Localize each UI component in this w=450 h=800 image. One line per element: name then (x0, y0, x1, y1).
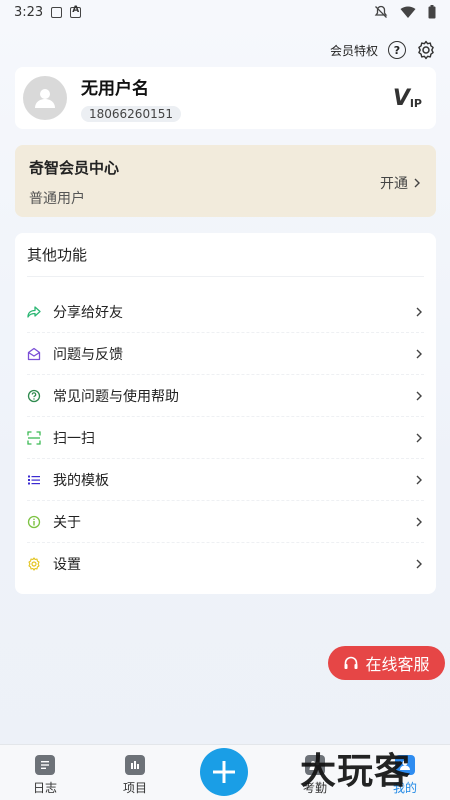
gear-icon (27, 557, 41, 571)
functions-list: 分享给好友 问题与反馈 常见问题与使用帮助 扫一扫 我的模板 关于 设置 (27, 291, 424, 585)
headset-icon (344, 656, 358, 669)
bell-off-icon (374, 5, 388, 18)
vip-privilege-link[interactable]: 会员特权 (330, 42, 378, 59)
wifi-icon (400, 6, 416, 18)
menu-item-label: 设置 (53, 557, 81, 573)
vip-center-card[interactable]: 奇智会员中心 普通用户 开通 (15, 145, 436, 217)
menu-item-label: 分享给好友 (53, 304, 123, 321)
menu-item-share[interactable]: 分享给好友 (27, 291, 424, 333)
nav-label: 日志 (32, 781, 57, 795)
user-card[interactable]: 无用户名 18066260151 VIP (15, 67, 436, 129)
chevron-right-icon (416, 307, 422, 316)
functions-title: 其他功能 (27, 233, 424, 277)
list-icon (27, 473, 41, 487)
battery-icon (428, 5, 436, 19)
menu-item-label: 扫一扫 (53, 430, 95, 447)
menu-item-help[interactable]: 常见问题与使用帮助 (27, 375, 424, 417)
chevron-right-icon (416, 559, 422, 569)
chevron-right-icon (416, 349, 422, 358)
watermark-text: 大玩客 (300, 750, 412, 792)
user-icon (35, 89, 55, 108)
vip-center-title: 奇智会员中心 (29, 159, 120, 177)
nav-label: 项目 (122, 781, 147, 795)
log-icon (35, 755, 55, 775)
status-time: 3:23 (14, 4, 44, 20)
online-service-button[interactable]: 在线客服 (328, 646, 445, 680)
share-icon (27, 305, 41, 319)
chevron-right-icon (414, 178, 420, 188)
online-service-label: 在线客服 (365, 655, 430, 674)
chevron-right-icon (416, 475, 422, 484)
menu-item-about[interactable]: 关于 (27, 501, 424, 543)
chevron-right-icon (416, 433, 422, 442)
menu-item-label: 常见问题与使用帮助 (53, 388, 179, 405)
gear-icon[interactable] (416, 40, 436, 60)
scan-icon (27, 430, 41, 445)
vip-badge-v: V (392, 85, 410, 111)
help-icon (27, 389, 41, 403)
image-notification-icon (51, 6, 63, 18)
info-icon (27, 515, 41, 529)
menu-item-label: 我的模板 (53, 472, 109, 489)
menu-item-scan[interactable]: 扫一扫 (27, 417, 424, 459)
vip-open-label: 开通 (380, 176, 408, 192)
menu-item-settings[interactable]: 设置 (27, 543, 424, 585)
vip-open-button[interactable]: 开通 (380, 173, 422, 193)
vip-center-subtitle: 普通用户 (29, 191, 85, 207)
user-name: 无用户名 (81, 79, 149, 99)
vip-badge-ip: IP (409, 96, 422, 110)
nav-item-log[interactable]: 日志 (15, 755, 75, 796)
avatar[interactable] (23, 76, 67, 120)
menu-item-label: 关于 (53, 514, 81, 531)
status-bar: 3:23 (0, 0, 450, 24)
nav-item-project[interactable]: 项目 (105, 755, 165, 796)
chevron-right-icon (416, 517, 422, 526)
mail-icon (27, 347, 41, 361)
plus-icon (213, 761, 235, 783)
project-icon (125, 755, 145, 775)
menu-item-templates[interactable]: 我的模板 (27, 459, 424, 501)
user-phone: 18066260151 (81, 106, 181, 122)
a-notification-icon (70, 5, 82, 18)
add-button[interactable] (200, 748, 248, 796)
menu-item-feedback[interactable]: 问题与反馈 (27, 333, 424, 375)
functions-card: 其他功能 分享给好友 问题与反馈 常见问题与使用帮助 扫一扫 我的模板 关于 设… (15, 233, 436, 594)
menu-item-label: 问题与反馈 (53, 346, 123, 363)
help-icon[interactable]: ? (388, 41, 406, 59)
top-actions: 会员特权 ? (330, 38, 436, 62)
vip-badge-icon[interactable]: VIP (393, 86, 422, 111)
chevron-right-icon (416, 391, 422, 400)
